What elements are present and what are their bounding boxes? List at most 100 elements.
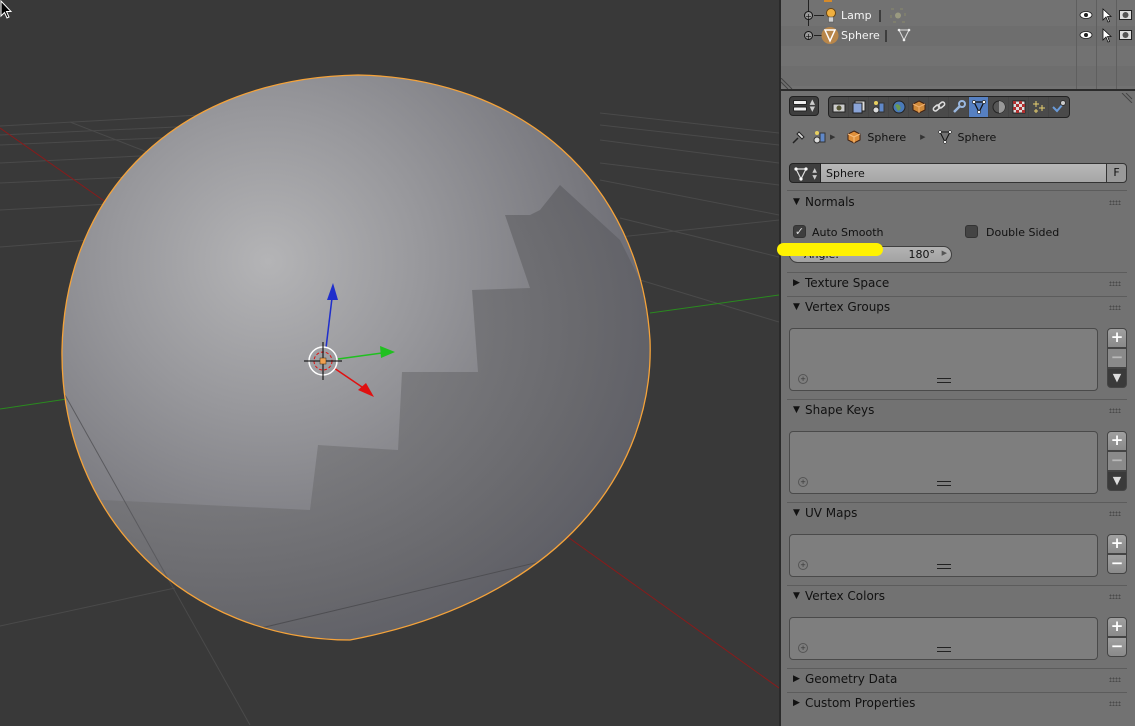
list-resize-handle-icon[interactable] bbox=[936, 481, 951, 486]
area-resize-corner-icon[interactable] bbox=[1121, 93, 1133, 103]
vertex-colors-list[interactable]: + bbox=[789, 617, 1098, 660]
render-camera-icon[interactable] bbox=[1119, 28, 1132, 41]
remove-uv-map-button[interactable]: − bbox=[1107, 554, 1127, 574]
panel-header-vertex-colors[interactable]: ▼ Vertex Colors bbox=[787, 585, 1127, 608]
outliner-row-sphere[interactable]: + Sphere bbox=[781, 26, 1135, 46]
tab-constraints[interactable] bbox=[929, 97, 949, 117]
panel-drag-grip-icon[interactable] bbox=[1109, 200, 1121, 205]
double-sided-label[interactable]: Double Sided bbox=[986, 226, 1059, 239]
collapse-triangle-icon: ▼ bbox=[793, 197, 800, 207]
tab-render-layers[interactable] bbox=[849, 97, 869, 117]
panel-drag-grip-icon[interactable] bbox=[1109, 408, 1121, 413]
mesh-data-icon[interactable] bbox=[897, 28, 911, 42]
auto-smooth-checkbox[interactable]: ✓ bbox=[793, 225, 806, 238]
outliner-row-lamp[interactable]: + Lamp bbox=[781, 0, 1135, 30]
panel-header-texture-space[interactable]: ▶ Texture Space bbox=[787, 272, 1127, 295]
panel-drag-grip-icon[interactable] bbox=[1109, 677, 1121, 682]
visibility-eye-icon[interactable] bbox=[1079, 10, 1093, 20]
double-sided-checkbox[interactable] bbox=[965, 225, 978, 238]
tab-texture[interactable] bbox=[1009, 97, 1029, 117]
mesh-data-icon bbox=[794, 167, 808, 181]
tab-world[interactable] bbox=[889, 97, 909, 117]
lamp-icon bbox=[826, 8, 836, 23]
panel-header-normals[interactable]: ▼ Normals bbox=[787, 192, 1127, 214]
selectability-cursor-icon[interactable] bbox=[1102, 28, 1112, 43]
properties-editor[interactable]: ▲ ▼ ▶ Sphere ▶ Sphere ▲ ▼ Sphere F ▼ Nor… bbox=[777, 91, 1135, 726]
add-uv-map-button[interactable]: + bbox=[1107, 534, 1127, 554]
expand-toggle-icon[interactable]: + bbox=[804, 31, 813, 41]
list-resize-handle-icon[interactable] bbox=[936, 647, 951, 652]
camera-icon bbox=[832, 103, 845, 113]
add-vertex-color-button[interactable]: + bbox=[1107, 617, 1127, 637]
auto-smooth-label[interactable]: Auto Smooth bbox=[812, 226, 883, 239]
tab-particles[interactable] bbox=[1029, 97, 1049, 117]
panel-drag-grip-icon[interactable] bbox=[1109, 594, 1121, 599]
tab-data[interactable] bbox=[969, 97, 989, 117]
add-vertex-group-button[interactable]: + bbox=[1107, 328, 1127, 348]
filter-options-icon[interactable]: + bbox=[798, 374, 808, 384]
tab-material[interactable] bbox=[989, 97, 1009, 117]
datablock-browse-button[interactable]: ▲ ▼ bbox=[789, 163, 821, 183]
remove-vertex-color-button[interactable]: − bbox=[1107, 637, 1127, 657]
panel-drag-grip-icon[interactable] bbox=[1109, 701, 1121, 706]
shape-key-specials-menu-button[interactable]: ▼ bbox=[1107, 471, 1127, 491]
panel-header-uv-maps[interactable]: ▼ UV Maps bbox=[787, 502, 1127, 525]
render-camera-icon[interactable] bbox=[1119, 8, 1132, 21]
tab-object[interactable] bbox=[909, 97, 929, 117]
uv-maps-buttons: + − bbox=[1107, 534, 1127, 574]
constraint-link-icon bbox=[932, 101, 945, 112]
uv-maps-list[interactable]: + bbox=[789, 534, 1098, 577]
selectability-cursor-icon[interactable] bbox=[1102, 8, 1112, 23]
add-shape-key-button[interactable]: + bbox=[1107, 431, 1127, 451]
filter-options-icon[interactable]: + bbox=[798, 643, 808, 653]
filter-options-icon[interactable]: + bbox=[798, 560, 808, 570]
mouse-cursor-icon bbox=[0, 0, 13, 19]
panel-header-geometry-data[interactable]: ▶ Geometry Data bbox=[787, 668, 1127, 691]
panel-drag-grip-icon[interactable] bbox=[1109, 511, 1121, 516]
list-resize-handle-icon[interactable] bbox=[936, 378, 951, 383]
vertex-groups-list[interactable]: + bbox=[789, 328, 1098, 391]
tab-physics[interactable] bbox=[1049, 97, 1069, 117]
lamp-data-icon[interactable] bbox=[889, 7, 907, 24]
panel-header-vertex-groups[interactable]: ▼ Vertex Groups bbox=[787, 296, 1127, 319]
mesh-datablock-selector: ▲ ▼ Sphere F bbox=[789, 163, 1127, 183]
shape-keys-buttons: + − ▼ bbox=[1107, 431, 1127, 491]
panel-drag-grip-icon[interactable] bbox=[1109, 281, 1121, 286]
expand-triangle-icon: ▶ bbox=[793, 674, 800, 684]
vertex-group-specials-menu-button[interactable]: ▼ bbox=[1107, 368, 1127, 388]
tab-render[interactable] bbox=[829, 97, 849, 117]
datablock-name-field[interactable]: Sphere bbox=[821, 163, 1107, 183]
tab-scene[interactable] bbox=[869, 97, 889, 117]
editor-type-selector[interactable]: ▲ ▼ bbox=[789, 96, 819, 116]
viewport-canvas[interactable] bbox=[0, 0, 779, 726]
tab-modifiers[interactable] bbox=[949, 97, 969, 117]
breadcrumb: ▶ Sphere ▶ Sphere bbox=[791, 128, 996, 146]
remove-vertex-group-button[interactable]: − bbox=[1107, 348, 1127, 368]
pin-icon[interactable] bbox=[791, 129, 807, 145]
shape-keys-list[interactable]: + bbox=[789, 431, 1098, 494]
filter-options-icon[interactable]: + bbox=[798, 477, 808, 487]
outliner[interactable]: + Lamp + Sphere bbox=[781, 0, 1135, 91]
panel-header-shape-keys[interactable]: ▼ Shape Keys bbox=[787, 399, 1127, 422]
angle-value: 180° bbox=[908, 248, 936, 261]
3d-viewport[interactable] bbox=[0, 0, 779, 726]
remove-shape-key-button[interactable]: − bbox=[1107, 451, 1127, 471]
vertex-groups-buttons: + − ▼ bbox=[1107, 328, 1127, 388]
outliner-item-label[interactable]: Lamp bbox=[841, 9, 872, 22]
expand-toggle-icon[interactable]: + bbox=[804, 11, 813, 21]
y-axis-line bbox=[649, 294, 779, 314]
panel-drag-grip-icon[interactable] bbox=[1109, 305, 1121, 310]
breadcrumb-arrow-icon: ▶ bbox=[920, 133, 926, 141]
list-resize-handle-icon[interactable] bbox=[936, 564, 951, 569]
breadcrumb-arrow-icon: ▶ bbox=[830, 133, 836, 141]
object-origin-icon bbox=[319, 357, 327, 365]
visibility-eye-icon[interactable] bbox=[1079, 30, 1093, 40]
collapse-triangle-icon: ▼ bbox=[793, 302, 800, 312]
datablock-name: Sphere bbox=[826, 167, 865, 180]
panel-header-custom-properties[interactable]: ▶ Custom Properties bbox=[787, 692, 1127, 715]
outliner-item-label[interactable]: Sphere bbox=[841, 29, 880, 42]
fake-user-button[interactable]: F bbox=[1106, 163, 1127, 183]
area-resize-corner-icon[interactable] bbox=[781, 78, 793, 89]
sphere-object[interactable] bbox=[0, 74, 779, 725]
increment-arrow-icon[interactable]: ▶ bbox=[942, 249, 947, 257]
